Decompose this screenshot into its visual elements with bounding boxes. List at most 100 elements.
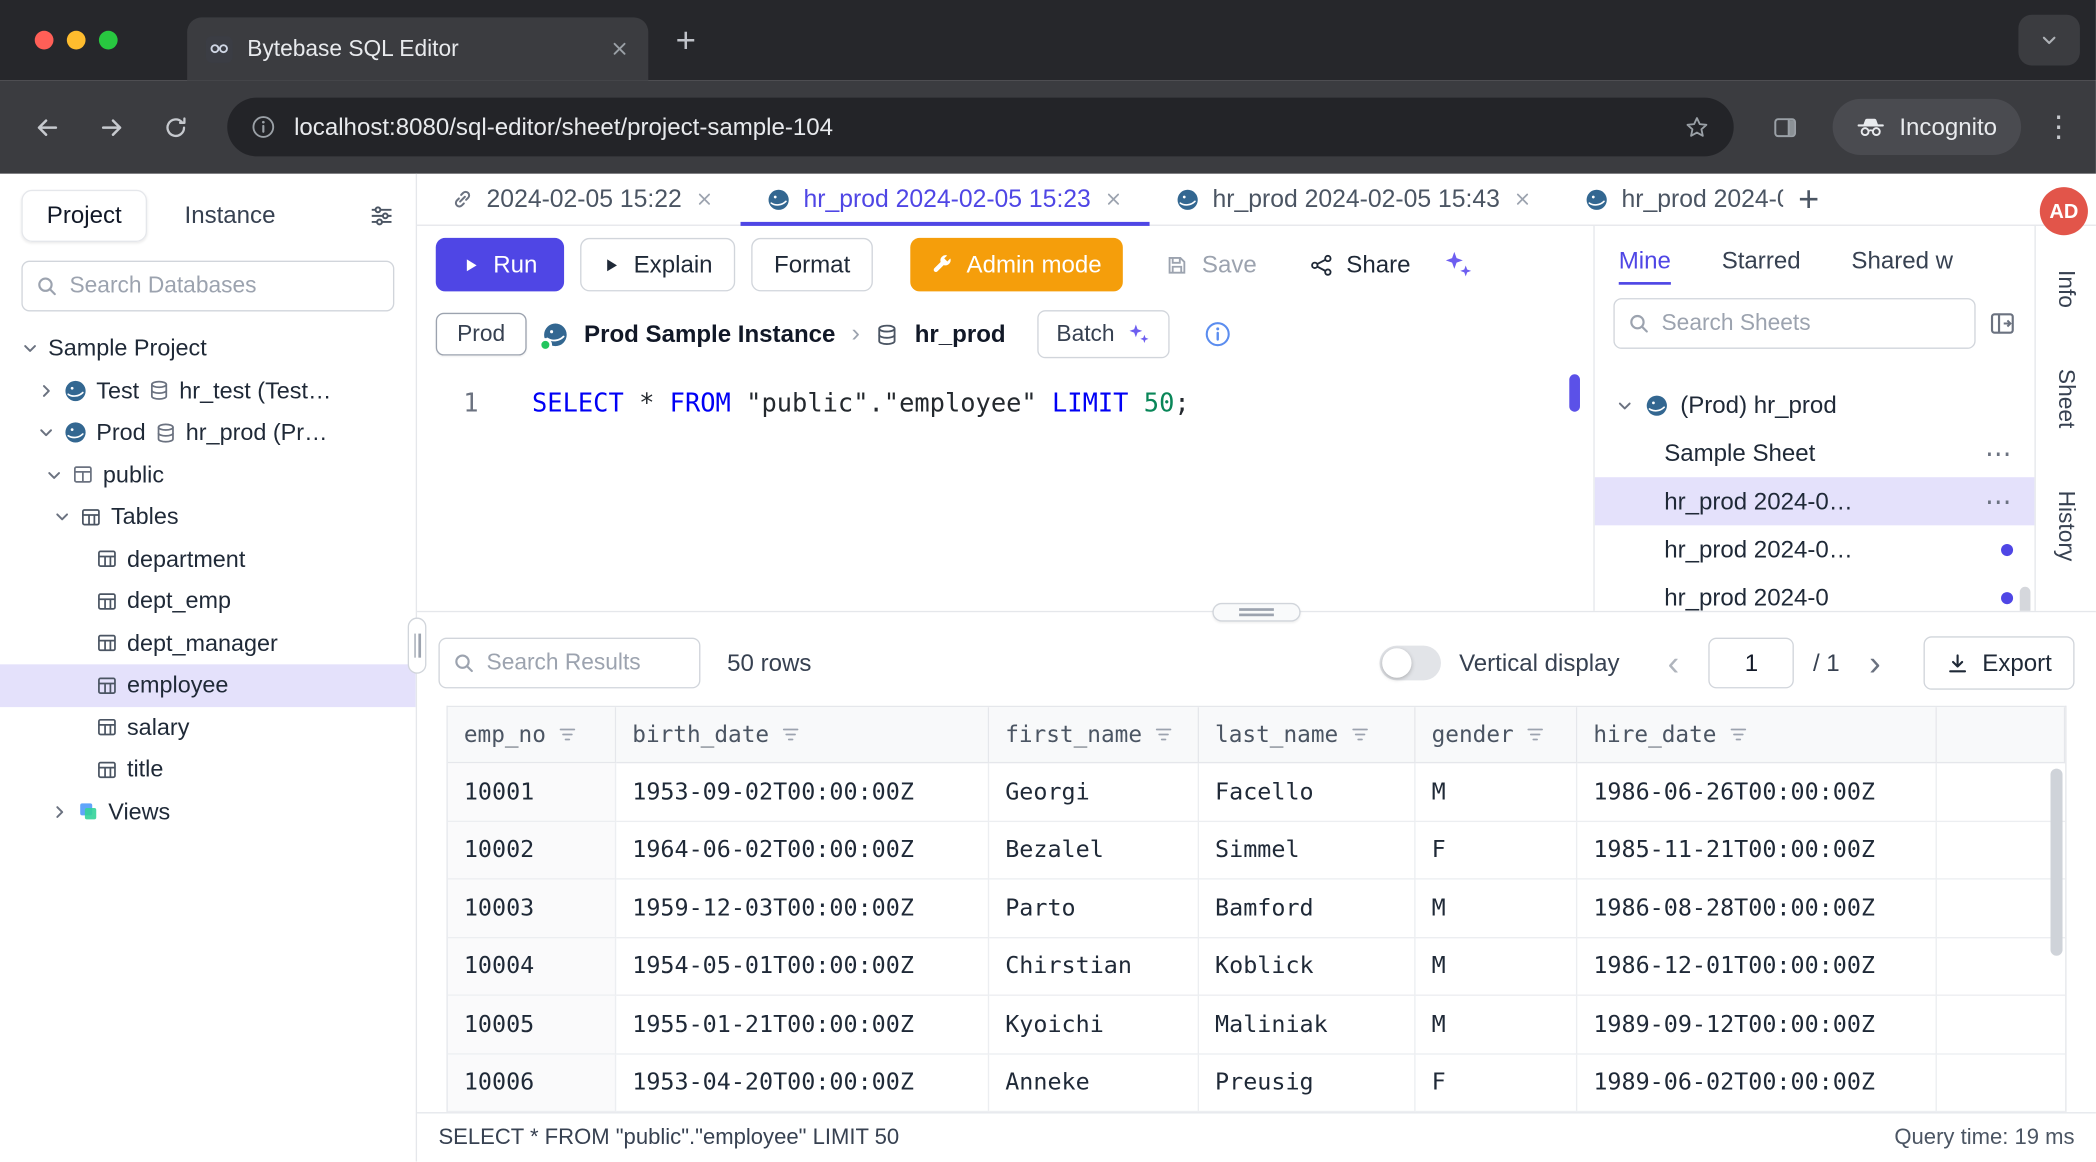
table-cell[interactable]: Chirstian <box>989 938 1199 996</box>
table-cell[interactable]: 1986-12-01T00:00:00Z <box>1577 938 1937 996</box>
close-window-button[interactable] <box>35 31 54 50</box>
table-cell[interactable]: M <box>1416 996 1578 1054</box>
explain-button[interactable]: Explain <box>580 238 735 291</box>
chevron-right-icon[interactable] <box>37 382 54 399</box>
rail-tab-history[interactable]: History <box>2053 460 2080 592</box>
table-cell[interactable]: Maliniak <box>1199 996 1416 1054</box>
bookmark-star-icon[interactable] <box>1684 114 1709 139</box>
table-cell[interactable]: Bezalel <box>989 822 1199 880</box>
table-cell[interactable]: 1986-08-28T00:00:00Z <box>1577 880 1937 938</box>
reload-button[interactable] <box>147 99 203 155</box>
sheet-tab-3[interactable]: hr_prod 2024-02-05 15:43 <box>1150 174 1559 225</box>
column-header-hire-date[interactable]: hire_date <box>1577 708 1937 764</box>
sheets-search-input[interactable] <box>1662 310 1961 337</box>
rail-tab-sheet[interactable]: Sheet <box>2053 339 2080 460</box>
user-avatar[interactable]: AD <box>2040 187 2088 235</box>
chevron-down-icon[interactable] <box>53 508 70 525</box>
editor-scrollbar-thumb[interactable] <box>1569 374 1580 411</box>
tree-item-table-salary[interactable]: salary <box>0 706 416 748</box>
sheets-search[interactable] <box>1613 298 1975 349</box>
table-cell[interactable]: F <box>1416 1054 1578 1112</box>
tab-shared[interactable]: Shared w <box>1851 226 1953 296</box>
url-bar[interactable]: localhost:8080/sql-editor/sheet/project-… <box>227 98 1733 157</box>
table-cell[interactable]: 1954-05-01T00:00:00Z <box>616 938 989 996</box>
sort-icon[interactable] <box>781 725 801 745</box>
column-header-first-name[interactable]: first_name <box>989 708 1199 764</box>
tab-starred[interactable]: Starred <box>1722 226 1801 296</box>
chevron-down-icon[interactable] <box>1616 396 1633 413</box>
sheet-item-sample[interactable]: Sample Sheet ⋯ <box>1595 429 2035 477</box>
table-cell[interactable]: Anneke <box>989 1054 1199 1112</box>
prev-page-button[interactable]: ‹ <box>1657 646 1690 681</box>
forward-button[interactable] <box>83 99 139 155</box>
table-cell[interactable]: Parto <box>989 880 1199 938</box>
table-cell[interactable]: 10002 <box>448 822 616 880</box>
sort-icon[interactable] <box>1526 725 1546 745</box>
table-cell[interactable]: Georgi <box>989 764 1199 822</box>
sheets-group[interactable]: (Prod) hr_prod <box>1595 381 2035 429</box>
sheet-tab-2-active[interactable]: hr_prod 2024-02-05 15:23 <box>741 174 1150 225</box>
table-cell[interactable]: 1959-12-03T00:00:00Z <box>616 880 989 938</box>
sheets-scrollbar-thumb[interactable] <box>2020 587 2031 611</box>
site-info-icon[interactable] <box>251 115 275 139</box>
more-options-icon[interactable]: ⋯ <box>1985 436 2013 469</box>
tab-search-chevron[interactable] <box>2018 15 2079 66</box>
batch-button[interactable]: Batch <box>1038 310 1170 358</box>
sheet-item-4[interactable]: hr_prod 2024-0 <box>1595 573 2035 610</box>
column-header-gender[interactable]: gender <box>1416 708 1578 764</box>
tree-item-table-dept-manager[interactable]: dept_manager <box>0 622 416 664</box>
table-cell[interactable]: Preusig <box>1199 1054 1416 1112</box>
table-cell[interactable]: 10006 <box>448 1054 616 1112</box>
tree-item-tables[interactable]: Tables <box>0 496 416 538</box>
table-cell[interactable]: 1989-06-02T00:00:00Z <box>1577 1054 1937 1112</box>
tree-item-schema-public[interactable]: public <box>0 454 416 496</box>
export-button[interactable]: Export <box>1923 637 2074 690</box>
instance-name[interactable]: Prod Sample Instance <box>584 320 835 348</box>
table-cell[interactable]: 1986-06-26T00:00:00Z <box>1577 764 1937 822</box>
column-header-birth-date[interactable]: birth_date <box>616 708 989 764</box>
tree-item-table-title[interactable]: title <box>0 749 416 791</box>
table-cell[interactable]: Kyoichi <box>989 996 1199 1054</box>
sql-editor[interactable]: 1 SELECT * FROM "public"."employee" LIMI… <box>417 372 1593 611</box>
table-scrollbar-thumb[interactable] <box>2050 769 2062 956</box>
sheet-item-3[interactable]: hr_prod 2024-0… <box>1595 525 2035 573</box>
rail-tab-info[interactable]: Info <box>2053 239 2080 338</box>
run-button[interactable]: Run <box>436 238 564 291</box>
database-search[interactable] <box>21 261 394 312</box>
save-button[interactable]: Save <box>1152 238 1270 291</box>
sort-icon[interactable] <box>1350 725 1370 745</box>
table-cell[interactable]: F <box>1416 822 1578 880</box>
minimize-window-button[interactable] <box>67 31 86 50</box>
tree-item-project[interactable]: Sample Project <box>0 327 416 369</box>
new-tab-button[interactable]: + <box>662 16 710 64</box>
tree-item-table-department[interactable]: department <box>0 538 416 580</box>
chevron-down-icon[interactable] <box>37 424 54 441</box>
tab-mine[interactable]: Mine <box>1619 226 1671 296</box>
chevron-right-icon[interactable] <box>51 803 68 820</box>
database-search-input[interactable] <box>70 273 380 300</box>
share-button[interactable]: Share <box>1297 238 1424 291</box>
tree-item-prod-env[interactable]: Prod hr_prod (Pr… <box>0 412 416 454</box>
table-cell[interactable]: 10003 <box>448 880 616 938</box>
filter-settings-button[interactable] <box>369 203 394 228</box>
table-cell[interactable]: 1989-09-12T00:00:00Z <box>1577 996 1937 1054</box>
more-options-icon[interactable]: ⋯ <box>1985 485 2013 518</box>
maximize-window-button[interactable] <box>99 31 118 50</box>
tree-item-table-dept-emp[interactable]: dept_emp <box>0 580 416 622</box>
ai-sparkles-icon[interactable] <box>1443 249 1475 281</box>
table-cell[interactable]: Koblick <box>1199 938 1416 996</box>
table-cell[interactable]: M <box>1416 880 1578 938</box>
sort-icon[interactable] <box>1154 725 1174 745</box>
chevron-down-icon[interactable] <box>45 466 62 483</box>
sheet-tab-4[interactable]: hr_prod 2024-0 <box>1559 174 1784 225</box>
close-sheet-icon[interactable] <box>695 190 714 209</box>
tree-item-table-employee[interactable]: employee <box>0 664 416 706</box>
tab-project[interactable]: Project <box>21 190 147 242</box>
sheet-tab-1[interactable]: 2024-02-05 15:22 <box>425 174 741 225</box>
tree-item-views[interactable]: Views <box>0 791 416 833</box>
vertical-display-toggle[interactable] <box>1379 646 1440 681</box>
table-cell[interactable]: 1964-06-02T00:00:00Z <box>616 822 989 880</box>
table-cell[interactable]: Simmel <box>1199 822 1416 880</box>
close-tab-icon[interactable] <box>610 39 630 59</box>
table-cell[interactable]: 10001 <box>448 764 616 822</box>
